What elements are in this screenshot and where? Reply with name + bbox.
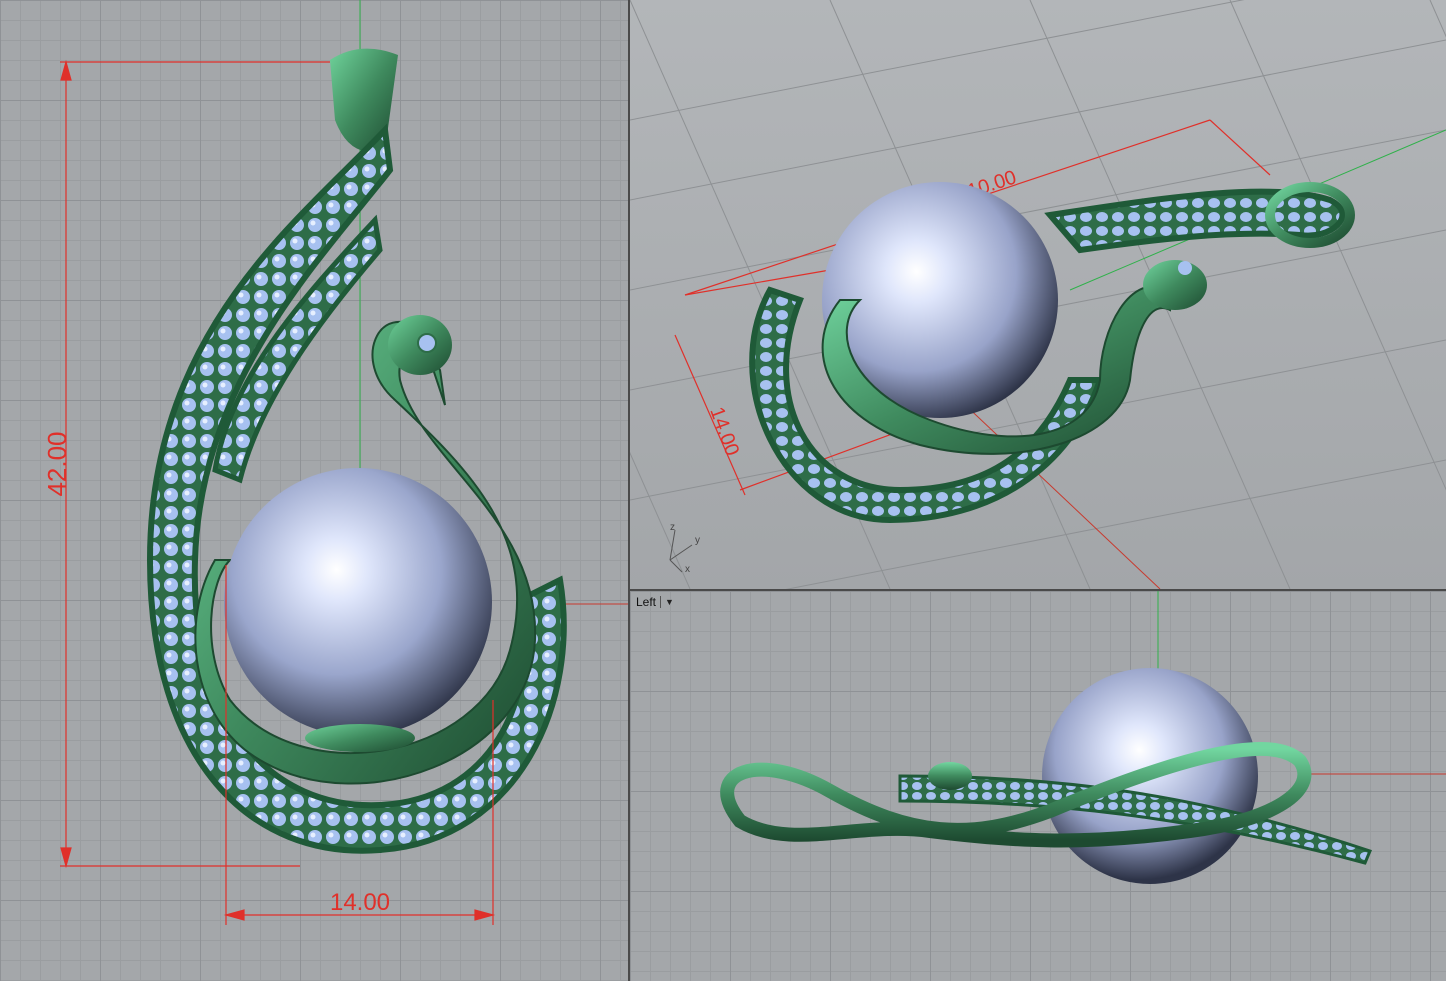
left-viewport-canvas[interactable] [630,591,1446,981]
perspective-viewport-canvas[interactable]: 14.00 10.00 z y x [630,0,1446,589]
axis-z-label: z [670,522,675,533]
depth-dimension-text: 14.00 [705,404,743,459]
pearl-cup [305,724,415,752]
swan-head-shape [1143,260,1207,310]
height-dimension-text: 42.00 [42,431,72,496]
viewport-title-text: Left [636,595,657,609]
viewport-title-separator [660,596,662,608]
front-viewport[interactable]: 42.00 14.00 [0,0,628,981]
rhino-app-window: 42.00 14.00 14.00 10.00 z y x Left ▼ [0,0,1446,981]
width-dimension-text: 14.00 [330,889,390,916]
left-viewport[interactable]: Left ▼ [630,591,1446,981]
chevron-down-icon[interactable]: ▼ [665,597,674,607]
axis-x-label: x [685,564,690,575]
viewport-title[interactable]: Left ▼ [636,595,674,609]
axis-y-label: y [695,535,700,546]
pearl-shape [224,468,492,736]
perspective-viewport[interactable]: 14.00 10.00 z y x [630,0,1446,589]
swan-eye-gem [417,333,437,353]
swan-head-shape [928,762,972,790]
swan-eye-gem [1178,261,1192,275]
front-viewport-canvas[interactable]: 42.00 14.00 [0,0,628,981]
